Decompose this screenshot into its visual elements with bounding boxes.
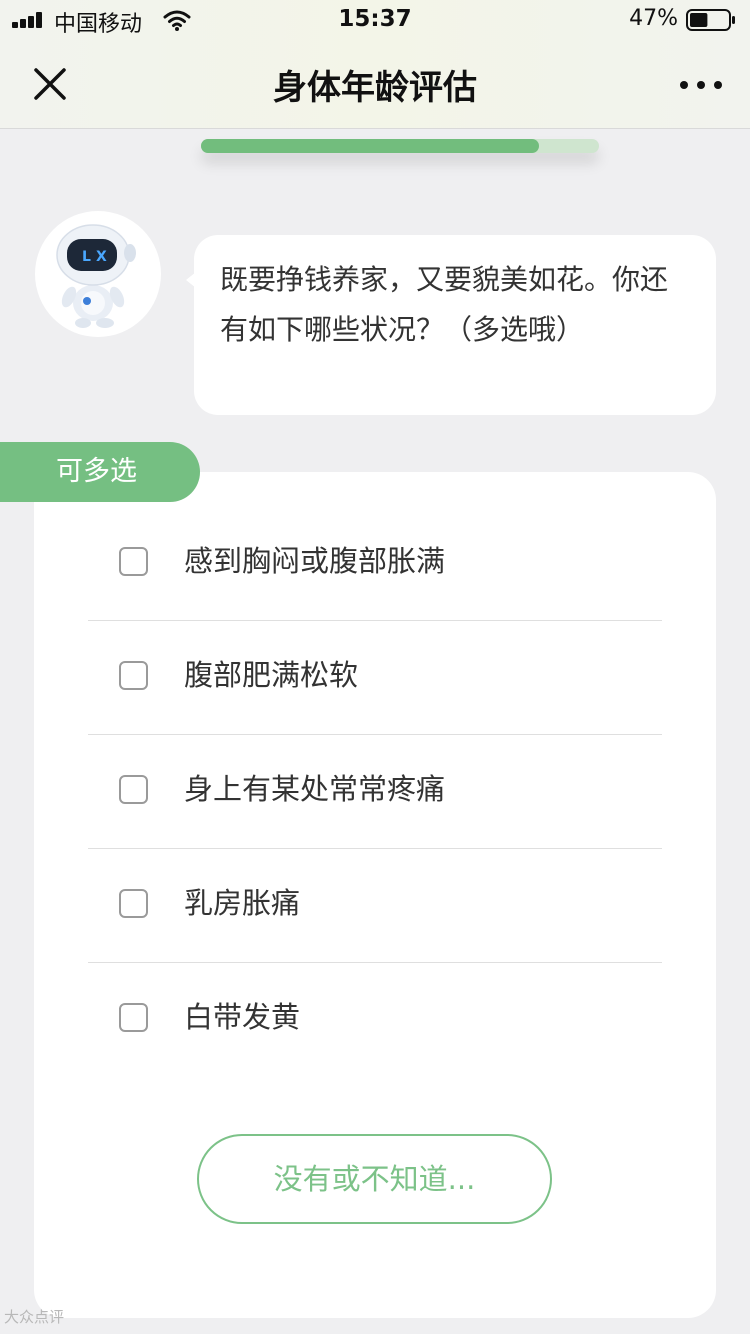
option-label: 白带发黄 (184, 1000, 301, 1034)
checkbox[interactable] (119, 661, 148, 690)
option-label: 乳房胀痛 (184, 886, 301, 920)
svg-text:L: L (82, 249, 91, 265)
option-item[interactable]: 白带发黄 (88, 962, 662, 1076)
none-or-unknown-button[interactable]: 没有或不知道... (197, 1134, 552, 1224)
option-item[interactable]: 感到胸闷或腹部胀满 (88, 506, 662, 621)
assistant-message: 既要挣钱养家，又要貌美如花。你还有如下哪些状况？（多选哦） (220, 263, 669, 346)
option-item[interactable]: 腹部肥满松软 (88, 620, 662, 735)
battery-icon (686, 9, 735, 31)
status-bar: 中国移动 15:37 47% (0, 0, 750, 40)
option-label: 感到胸闷或腹部胀满 (184, 544, 446, 578)
robot-avatar-icon: L X (35, 211, 161, 337)
checkbox[interactable] (119, 889, 148, 918)
multi-select-tag: 可多选 (0, 442, 200, 502)
option-item[interactable]: 乳房胀痛 (88, 848, 662, 963)
options-card: 感到胸闷或腹部胀满 腹部肥满松软 身上有某处常常疼痛 乳房胀痛 白带发黄 没有或… (34, 472, 716, 1318)
svg-text:X: X (96, 249, 107, 265)
option-label: 身上有某处常常疼痛 (184, 772, 446, 806)
option-label: 腹部肥满松软 (184, 658, 359, 692)
page-title: 身体年龄评估 (273, 68, 477, 108)
option-item[interactable]: 身上有某处常常疼痛 (88, 734, 662, 849)
checkbox[interactable] (119, 1003, 148, 1032)
more-dots-icon[interactable] (678, 70, 724, 100)
checkbox[interactable] (119, 547, 148, 576)
navigation-bar: 身体年龄评估 (0, 40, 750, 128)
speech-bubble: 既要挣钱养家，又要貌美如花。你还有如下哪些状况？（多选哦） (194, 235, 716, 415)
checkbox[interactable] (119, 775, 148, 804)
watermark-text: 大众点评 (4, 1308, 65, 1326)
progress-bar-fill (201, 139, 540, 153)
battery-percent: 47% (629, 6, 678, 31)
progress-bar (201, 139, 599, 153)
